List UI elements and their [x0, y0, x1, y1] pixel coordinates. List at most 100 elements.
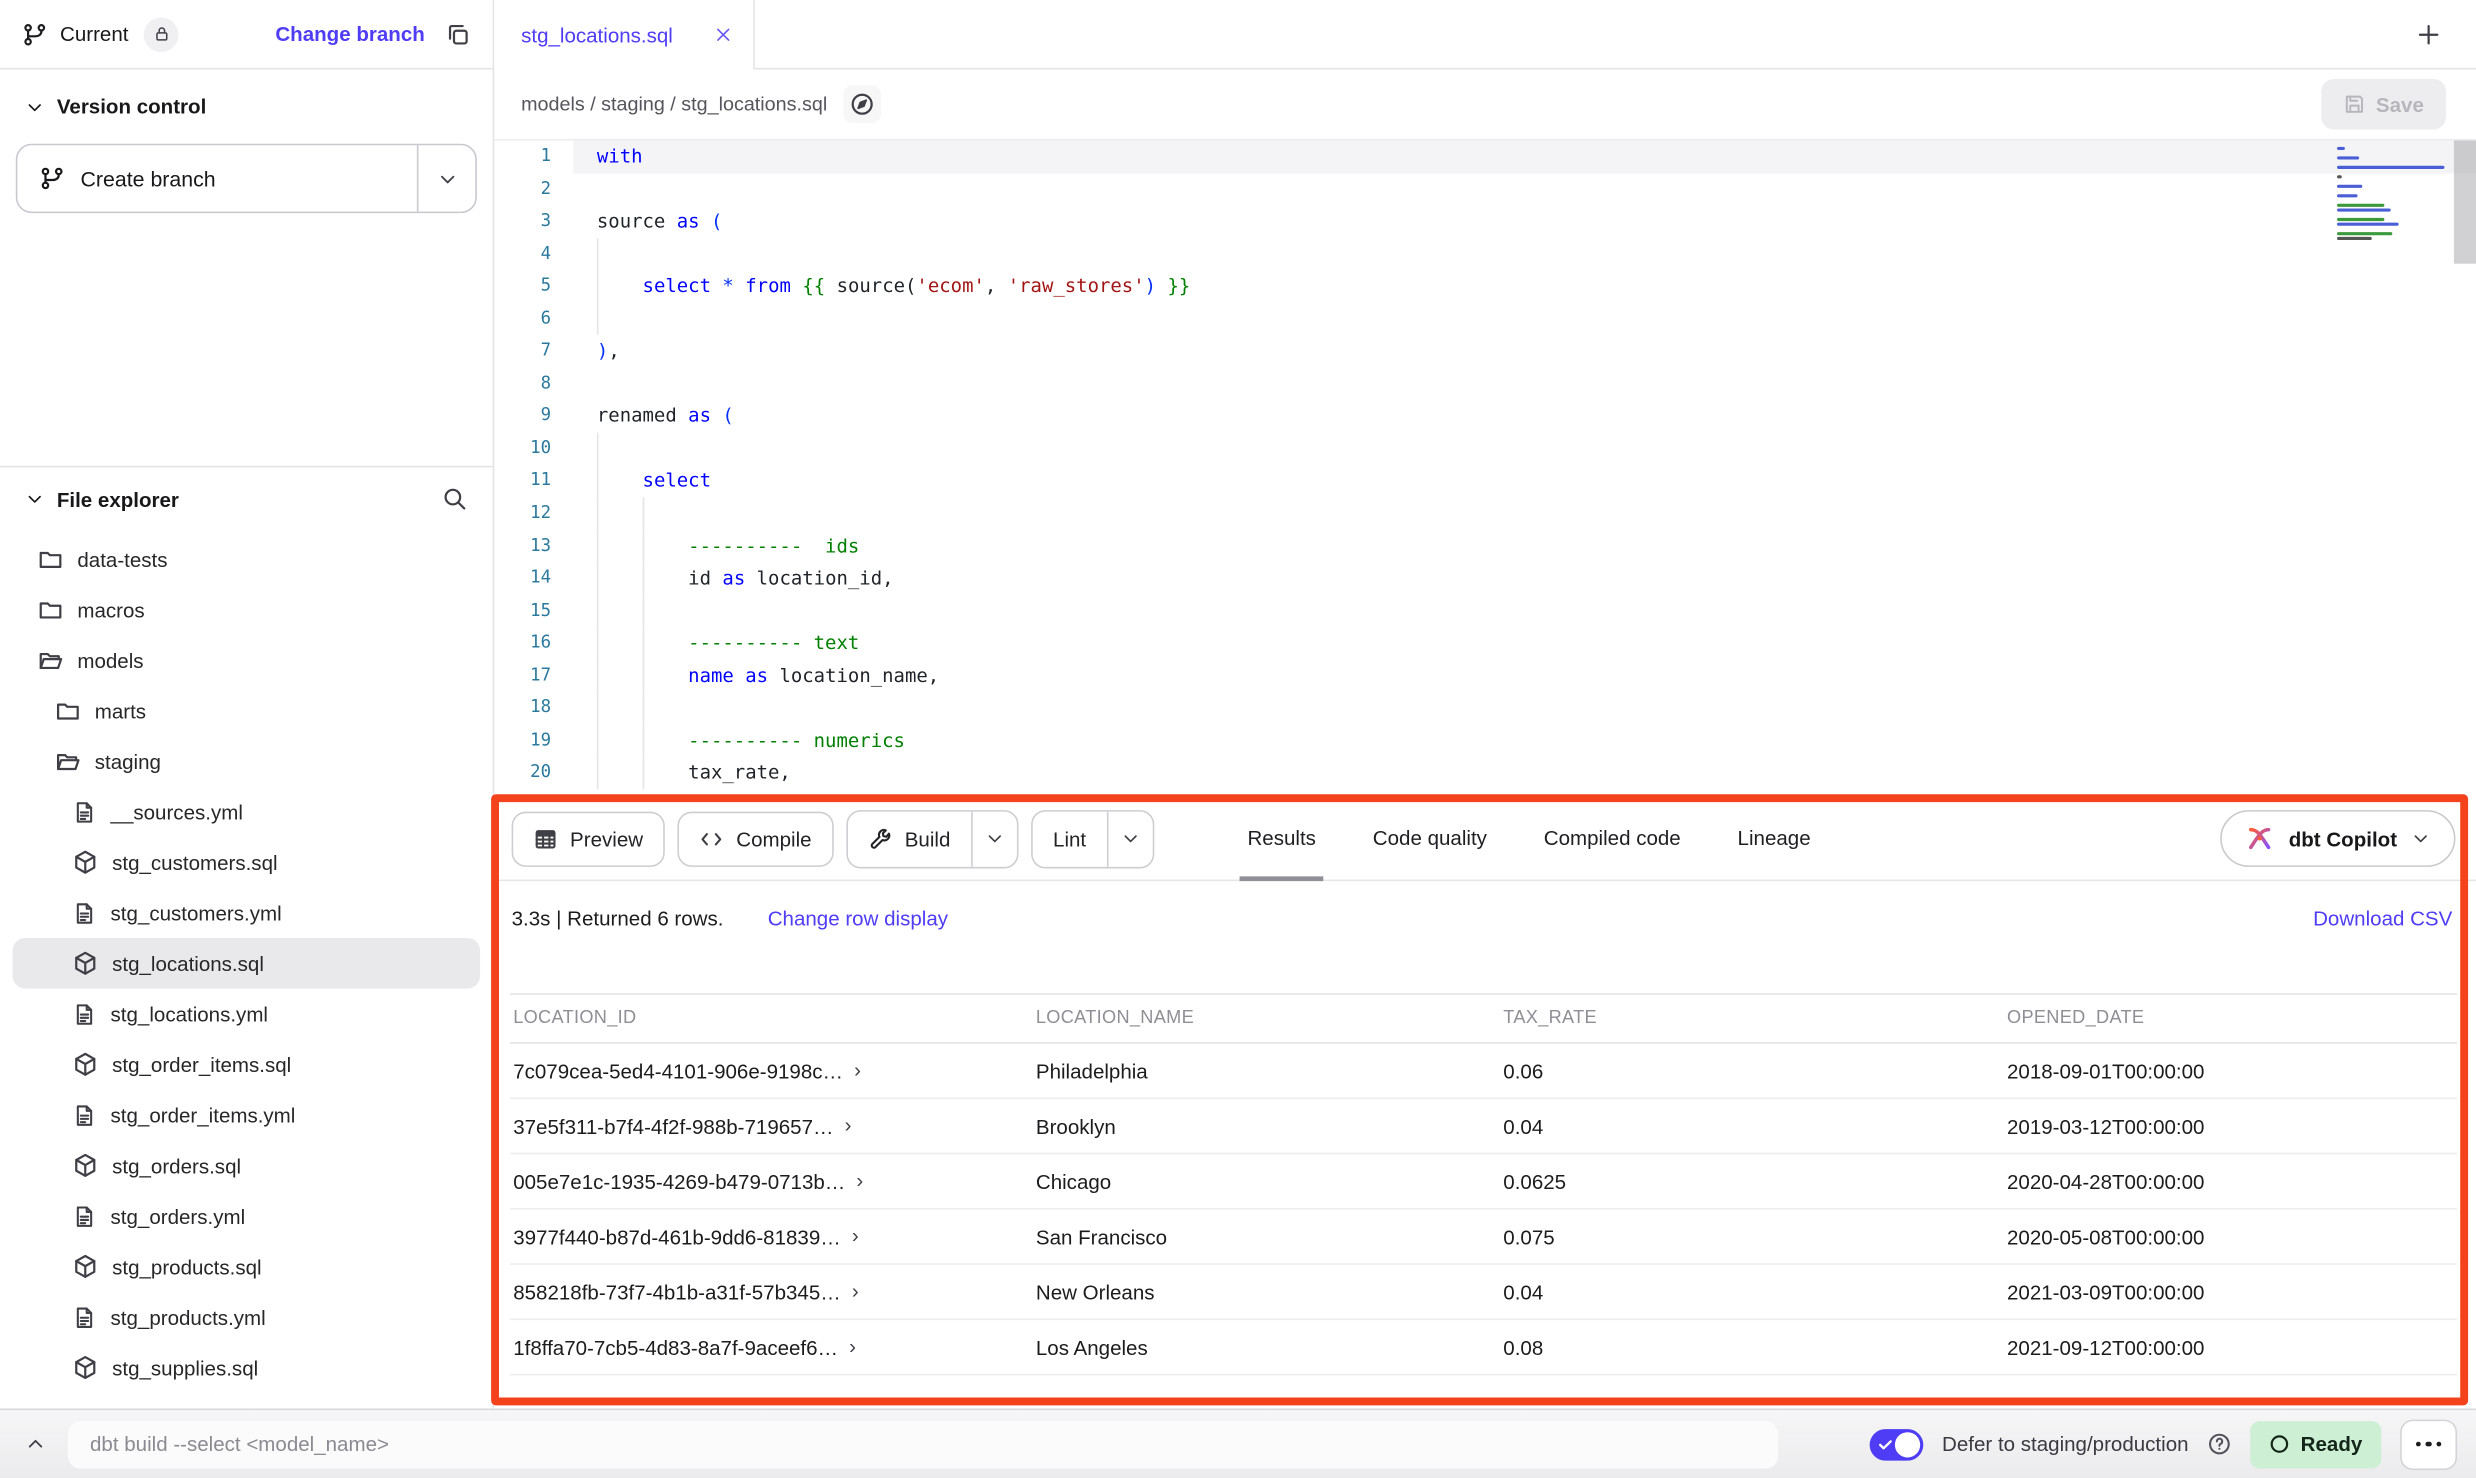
new-tab-button[interactable] — [2416, 22, 2441, 47]
table-row[interactable]: 3977f440-b87d-461b-9dd6-81839…›San Franc… — [510, 1210, 2457, 1265]
tree-item-stg-products-yml[interactable]: stg_products.yml — [13, 1292, 480, 1343]
code-editor[interactable]: 1with23source as (45 select * from {{ so… — [494, 141, 2476, 796]
tree-item-marts[interactable]: marts — [13, 685, 480, 736]
tree-item-stg-orders-yml[interactable]: stg_orders.yml — [13, 1191, 480, 1242]
table-row[interactable]: 37e5f311-b7f4-4f2f-988b-719657…›Brooklyn… — [510, 1099, 2457, 1154]
panel-tab-compiled-code[interactable]: Compiled code — [1536, 797, 1689, 881]
preview-button[interactable]: Preview — [512, 811, 666, 866]
save-button[interactable]: Save — [2321, 79, 2446, 130]
code-line-5[interactable]: 5 select * from {{ source('ecom', 'raw_s… — [494, 270, 2476, 302]
command-input[interactable] — [68, 1420, 1778, 1467]
yml-file-icon — [73, 800, 97, 824]
tab-stg-locations-sql[interactable]: stg_locations.sql — [494, 0, 755, 69]
tree-item-label: stg_products.yml — [111, 1305, 266, 1329]
version-control-header[interactable]: Version control — [13, 88, 480, 124]
cell-location-name: Brooklyn — [1033, 1114, 1500, 1138]
code-line-13[interactable]: 13 ---------- ids — [494, 530, 2476, 562]
code-line-16[interactable]: 16 ---------- text — [494, 627, 2476, 659]
lint-dropdown[interactable] — [1107, 811, 1153, 866]
tree-item-stg-order-items-yml[interactable]: stg_order_items.yml — [13, 1090, 480, 1141]
tree-item-stg-products-sql[interactable]: stg_products.sql — [13, 1241, 480, 1292]
table-row[interactable]: 005e7e1c-1935-4269-b479-0713b…›Chicago0.… — [510, 1154, 2457, 1209]
download-csv-link[interactable]: Download CSV — [2313, 906, 2452, 930]
code-line-18[interactable]: 18 — [494, 692, 2476, 724]
line-number: 6 — [494, 303, 573, 335]
code-line-3[interactable]: 3source as ( — [494, 205, 2476, 237]
build-button[interactable]: Build — [848, 811, 971, 866]
lineage-compass-icon[interactable] — [843, 85, 881, 123]
expand-row-chevron-icon[interactable]: › — [852, 1225, 859, 1246]
cell-opened-date: 2021-03-09T00:00:00 — [2004, 1280, 2457, 1304]
code-line-11[interactable]: 11 select — [494, 465, 2476, 497]
tree-item-stg-locations-sql[interactable]: stg_locations.sql — [13, 938, 480, 989]
tree-item-stg-orders-sql[interactable]: stg_orders.sql — [13, 1140, 480, 1191]
line-number: 18 — [494, 692, 573, 724]
defer-toggle[interactable] — [1869, 1428, 1923, 1460]
tree-item-stg-locations-yml[interactable]: stg_locations.yml — [13, 989, 480, 1040]
panel-tabs: Results Code quality Compiled code Lineage — [1240, 797, 1819, 881]
tree-item-models[interactable]: models — [13, 635, 480, 686]
chevron-up-icon[interactable] — [25, 1434, 46, 1455]
cell-opened-date: 2021-09-12T00:00:00 — [2004, 1335, 2457, 1359]
code-line-9[interactable]: 9renamed as ( — [494, 400, 2476, 432]
change-branch-link[interactable]: Change branch — [275, 22, 424, 46]
tree-item-staging[interactable]: staging — [13, 736, 480, 787]
tree-item-stg-customers-sql[interactable]: stg_customers.sql — [13, 837, 480, 888]
panel-tab-lineage[interactable]: Lineage — [1730, 797, 1819, 881]
line-number: 4 — [494, 238, 573, 270]
code-line-2[interactable]: 2 — [494, 173, 2476, 205]
dbt-copilot-button[interactable]: dbt Copilot — [2221, 810, 2456, 867]
expand-row-chevron-icon[interactable]: › — [854, 1059, 861, 1080]
tree-item--sources-yml[interactable]: __sources.yml — [13, 786, 480, 837]
lint-button[interactable]: Lint — [1032, 811, 1106, 866]
panel-tab-results[interactable]: Results — [1240, 797, 1324, 881]
code-lines: 1with23source as (45 select * from {{ so… — [494, 141, 2476, 790]
expand-row-chevron-icon[interactable]: › — [845, 1114, 852, 1135]
tab-title: stg_locations.sql — [521, 23, 673, 47]
table-row[interactable]: 1f8ffa70-7cb5-4d83-8a7f-9aceef6…›Los Ang… — [510, 1320, 2457, 1375]
chevron-down-icon — [437, 168, 458, 189]
code-line-10[interactable]: 10 — [494, 433, 2476, 465]
code-line-20[interactable]: 20 tax_rate, — [494, 757, 2476, 789]
code-line-6[interactable]: 6 — [494, 303, 2476, 335]
file-explorer-header[interactable]: File explorer — [13, 480, 480, 518]
tree-item-data-tests[interactable]: data-tests — [13, 534, 480, 585]
create-branch-dropdown[interactable] — [417, 145, 475, 211]
code-line-14[interactable]: 14 id as location_id, — [494, 562, 2476, 594]
code-line-17[interactable]: 17 name as location_name, — [494, 660, 2476, 692]
cell-opened-date: 2020-05-08T00:00:00 — [2004, 1225, 2457, 1249]
close-icon[interactable] — [714, 25, 733, 44]
editor-minimap[interactable] — [2337, 147, 2451, 242]
editor-scrollbar[interactable] — [2454, 141, 2476, 264]
code-line-4[interactable]: 4 — [494, 238, 2476, 270]
compile-button[interactable]: Compile — [678, 811, 834, 866]
panel-tab-code-quality[interactable]: Code quality — [1365, 797, 1495, 881]
tree-item-stg-order-items-sql[interactable]: stg_order_items.sql — [13, 1039, 480, 1090]
create-branch-button[interactable]: Create branch — [16, 144, 477, 213]
code-line-1[interactable]: 1with — [494, 141, 2476, 173]
code-line-19[interactable]: 19 ---------- numerics — [494, 725, 2476, 757]
search-icon[interactable] — [442, 486, 467, 511]
dbt-copilot-icon — [2246, 824, 2274, 852]
table-row[interactable]: 858218fb-73f7-4b1b-a31f-57b345…›New Orle… — [510, 1265, 2457, 1320]
code-line-7[interactable]: 7), — [494, 335, 2476, 367]
table-row[interactable]: 7c079cea-5ed4-4101-906e-9198c…›Philadelp… — [510, 1044, 2457, 1099]
toggle-knob — [1895, 1431, 1920, 1456]
code-line-15[interactable]: 15 — [494, 595, 2476, 627]
query-status-text: 3.3s | Returned 6 rows. — [512, 906, 724, 930]
tree-item-stg-customers-yml[interactable]: stg_customers.yml — [13, 887, 480, 938]
tree-item-macros[interactable]: macros — [13, 584, 480, 635]
help-icon[interactable] — [2208, 1432, 2232, 1456]
more-options-button[interactable] — [2400, 1419, 2457, 1470]
expand-row-chevron-icon[interactable]: › — [849, 1335, 856, 1356]
build-dropdown[interactable] — [971, 811, 1017, 866]
copilot-label: dbt Copilot — [2289, 827, 2397, 851]
change-row-display-link[interactable]: Change row display — [768, 906, 948, 930]
create-branch-main[interactable]: Create branch — [17, 145, 417, 211]
code-line-8[interactable]: 8 — [494, 368, 2476, 400]
copy-icon[interactable] — [445, 21, 470, 46]
tree-item-stg-supplies-sql[interactable]: stg_supplies.sql — [13, 1342, 480, 1393]
expand-row-chevron-icon[interactable]: › — [852, 1280, 859, 1301]
code-line-12[interactable]: 12 — [494, 497, 2476, 529]
expand-row-chevron-icon[interactable]: › — [856, 1169, 863, 1190]
